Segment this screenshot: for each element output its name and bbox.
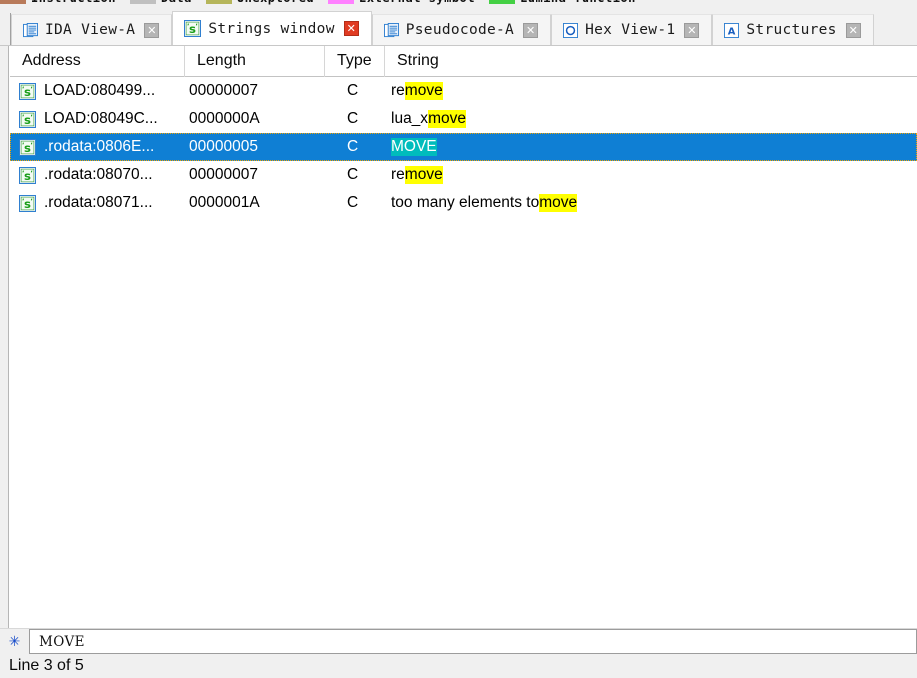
tab-bar-left-gutter <box>0 13 11 45</box>
pseudocode-icon <box>383 22 399 38</box>
tab-close-icon[interactable]: ✕ <box>845 22 861 38</box>
cell-address: .rodata:08071... <box>44 194 153 211</box>
table-row[interactable]: s .rodata:08070... 00000007 Cre move <box>10 161 917 189</box>
string-match-highlight: move <box>404 166 443 184</box>
cell-string: MOVE <box>385 133 917 161</box>
cell-string: re move <box>385 77 917 105</box>
cell-type: C <box>347 194 359 211</box>
svg-text:s: s <box>24 197 31 211</box>
legend-swatch <box>205 0 232 4</box>
svg-text:s: s <box>24 141 31 155</box>
tab-structures[interactable]: A Structures ✕ <box>712 14 874 45</box>
string-prefix: re <box>391 166 405 183</box>
table-header-row: Address Length Type String <box>10 45 917 77</box>
string-item-icon: s <box>10 161 44 189</box>
string-prefix: lua_x <box>391 110 429 127</box>
string-item-icon: s <box>10 77 44 105</box>
tab-close-icon[interactable]: ✕ <box>144 22 160 38</box>
table-row[interactable]: s LOAD:080499... 00000007 Cre move <box>10 77 917 105</box>
navigation-band-legend: Instruction Data Unexplored External symbol… <box>0 0 917 7</box>
legend-entry: Unexplored <box>205 0 314 5</box>
cell-string: re move <box>385 161 917 189</box>
strings-icon: s <box>184 20 202 37</box>
cell-type: C <box>347 110 359 127</box>
legend-entry-label: External symbol <box>359 0 475 5</box>
tab-close-icon[interactable]: ✕ <box>523 22 539 38</box>
legend-entry: External symbol <box>328 0 475 5</box>
tab-pseudocode-a[interactable]: Pseudocode-A ✕ <box>371 14 552 45</box>
cell-address: .rodata:0806E... <box>44 138 155 155</box>
hex-view-icon <box>563 22 579 38</box>
tab-label: Structures <box>746 22 837 38</box>
cell-length: 0000000A <box>189 110 260 127</box>
legend-entry: Instruction <box>0 0 116 5</box>
legend-entry-label: Lumina function <box>520 0 636 5</box>
tab-hex-view-1[interactable]: Hex View-1 ✕ <box>551 14 713 45</box>
cell-type: C <box>347 166 359 183</box>
column-header-address[interactable]: Address <box>10 45 185 77</box>
filter-bar: ✳ MOVE <box>0 628 917 654</box>
tab-label: Strings window <box>208 20 335 37</box>
string-prefix: re <box>391 82 405 99</box>
tab-close-icon[interactable]: ✕ <box>343 21 359 36</box>
svg-text:A: A <box>728 26 736 37</box>
tab-ida-view-a[interactable]: IDA View-A ✕ <box>11 14 173 45</box>
ida-view-icon <box>23 22 38 38</box>
table-row[interactable]: s .rodata:08071... 0000001A Ctoo many eleme… <box>10 189 917 217</box>
string-match-highlight: MOVE <box>391 138 437 156</box>
cell-address: LOAD:08049C... <box>44 110 158 127</box>
legend-entry-label: Data <box>161 0 192 5</box>
svg-text:s: s <box>24 85 31 99</box>
string-item-icon: s <box>10 189 44 217</box>
table-row[interactable]: s LOAD:08049C... 0000000A Clua_x move <box>10 105 917 133</box>
cell-address: .rodata:08070... <box>44 166 153 183</box>
cell-length: 00000007 <box>189 166 258 183</box>
string-match-highlight: move <box>404 82 443 100</box>
string-match-highlight: move <box>539 194 578 212</box>
structures-icon: A <box>724 22 740 38</box>
tab-label: Pseudocode-A <box>405 22 515 38</box>
legend-entry-label: Instruction <box>31 0 116 5</box>
list-left-gutter <box>0 46 9 629</box>
cell-address: LOAD:080499... <box>44 82 156 99</box>
legend-entry: Data <box>129 0 192 5</box>
strings-table: Address Length Type String s LOAD:080499... 0… <box>10 45 917 629</box>
cell-string: too many elements to move <box>385 189 917 217</box>
svg-text:s: s <box>24 169 31 183</box>
legend-swatch <box>129 0 156 4</box>
filter-clear-icon[interactable]: ✳ <box>0 629 29 654</box>
tab-label: Hex View-1 <box>585 22 676 38</box>
cell-length: 00000005 <box>189 138 258 155</box>
cell-length: 00000007 <box>189 82 258 99</box>
cell-type: C <box>347 82 359 99</box>
svg-text:s: s <box>24 113 31 127</box>
cell-length: 0000001A <box>189 194 260 211</box>
legend-entry: Lumina function <box>489 0 636 5</box>
column-header-string[interactable]: String <box>385 46 917 77</box>
string-item-icon: s <box>10 133 44 161</box>
legend-swatch <box>489 0 516 4</box>
svg-text:s: s <box>189 22 196 36</box>
string-item-icon: s <box>10 105 44 133</box>
tab-close-icon[interactable]: ✕ <box>684 22 700 38</box>
legend-entry-label: Unexplored <box>237 0 314 5</box>
string-prefix: too many elements to <box>391 194 540 211</box>
string-match-highlight: move <box>428 110 466 128</box>
table-body: s LOAD:080499... 00000007 Cre move s LOAD:0804… <box>10 77 917 217</box>
column-header-length[interactable]: Length <box>185 45 325 77</box>
table-row[interactable]: s .rodata:0806E... 00000005 C MOVE <box>10 133 917 161</box>
status-line: Line 3 of 5 <box>0 654 917 678</box>
column-header-type[interactable]: Type <box>325 45 385 77</box>
tab-strings-window[interactable]: s Strings window ✕ <box>172 11 372 45</box>
legend-swatch <box>0 0 26 4</box>
filter-input[interactable]: MOVE <box>29 629 917 654</box>
tab-label: IDA View-A <box>45 22 136 38</box>
editor-tab-bar: IDA View-A ✕ s Strings window ✕ Pseudocode-A ✕… <box>0 7 917 45</box>
legend-swatch <box>328 0 355 4</box>
cell-string: lua_x move <box>385 105 917 133</box>
strings-list-panel: Address Length Type String s LOAD:080499... 0… <box>0 45 917 629</box>
cell-type: C <box>347 138 359 155</box>
